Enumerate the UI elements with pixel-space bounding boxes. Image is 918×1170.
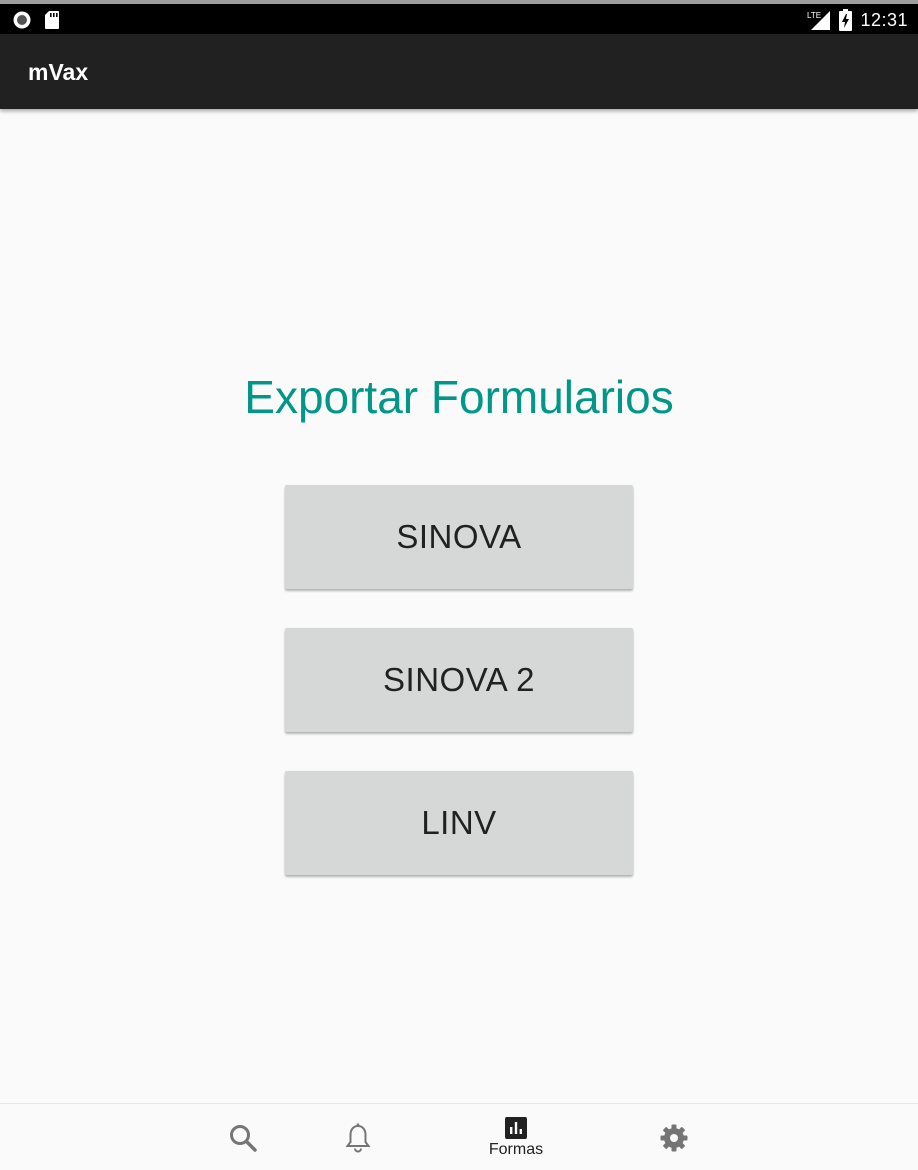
- linv-button[interactable]: LINV: [285, 771, 633, 875]
- battery-charging-icon: [839, 9, 853, 31]
- record-icon: [12, 10, 32, 30]
- app-title: mVax: [28, 59, 89, 85]
- app-bar: mVax: [0, 34, 918, 109]
- nav-item-notifications[interactable]: [298, 1104, 418, 1170]
- status-time: 12:31: [860, 9, 908, 30]
- gear-icon: [659, 1123, 689, 1153]
- status-bar: LTE 12:31: [0, 0, 918, 34]
- sinova-2-button[interactable]: SINOVA 2: [285, 628, 633, 732]
- nav-item-formas[interactable]: Formas: [456, 1104, 576, 1170]
- bar-chart-icon: [505, 1116, 527, 1139]
- status-bar-left: [12, 8, 60, 32]
- sd-card-icon: [44, 10, 60, 30]
- bottom-navigation: Formas: [0, 1103, 918, 1170]
- sinova-button[interactable]: SINOVA: [285, 485, 633, 589]
- screen: LTE 12:31 mVax Exportar Formularios SINO…: [0, 0, 918, 1170]
- network-type-label: LTE: [807, 11, 821, 20]
- signal-icon: LTE: [807, 9, 831, 31]
- search-icon: [228, 1123, 258, 1153]
- nav-label-formas: Formas: [488, 1140, 544, 1158]
- nav-item-search[interactable]: [183, 1104, 303, 1170]
- bell-icon: [344, 1122, 372, 1154]
- status-bar-right: LTE 12:31: [807, 7, 908, 33]
- nav-item-settings[interactable]: [614, 1104, 734, 1170]
- page-title: Exportar Formularios: [244, 371, 674, 423]
